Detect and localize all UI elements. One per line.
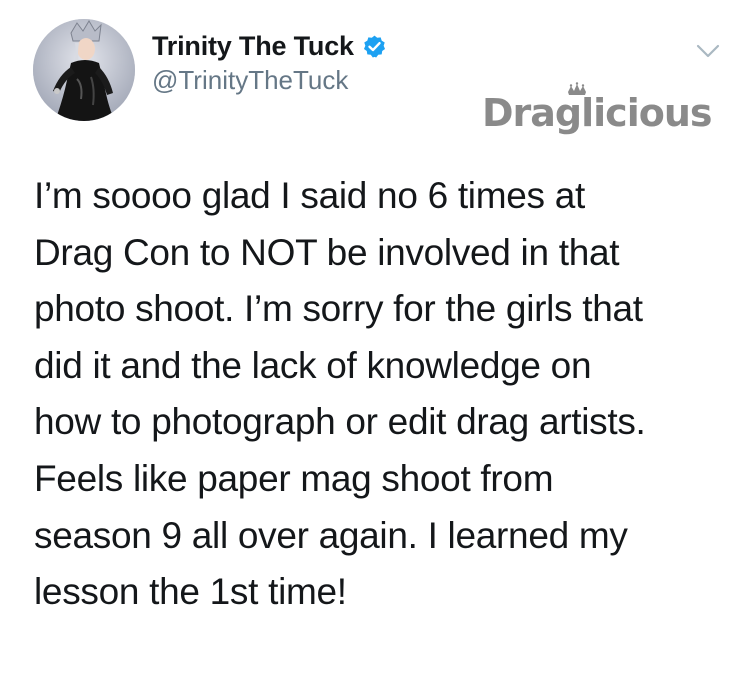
name-row: Trinity The Tuck [152, 28, 387, 64]
verified-badge-icon [362, 34, 387, 59]
tweet-card: Trinity The Tuck @TrinityTheTuck Draglic… [0, 0, 750, 685]
tweet-line: Drag Con to NOT be involved in that [34, 231, 620, 273]
tweet-text: I’m soooo glad I said no 6 times at Drag… [34, 168, 724, 621]
tweet-line: lesson the 1st time! [34, 571, 347, 613]
display-name[interactable]: Trinity The Tuck [152, 31, 354, 62]
tweet-line: I’m soooo glad I said no 6 times at [34, 175, 585, 216]
draglicious-logo-watermark: Draglicious [480, 82, 720, 148]
tweet-header: Trinity The Tuck @TrinityTheTuck [152, 28, 387, 96]
tweet-line: how to photograph or edit drag artists. [34, 401, 646, 443]
tweet-line: Feels like paper mag shoot from [34, 457, 554, 499]
watermark-text: Draglicious [482, 91, 712, 135]
tweet-line: season 9 all over again. I learned my [34, 514, 628, 556]
tweet-line: photo shoot. I’m sorry for the girls tha… [34, 288, 643, 330]
user-handle[interactable]: @TrinityTheTuck [152, 65, 387, 96]
chevron-down-icon[interactable] [693, 40, 723, 62]
avatar[interactable] [33, 19, 135, 121]
profile-photo [33, 19, 135, 121]
tweet-line: did it and the lack of knowledge on [34, 344, 592, 386]
